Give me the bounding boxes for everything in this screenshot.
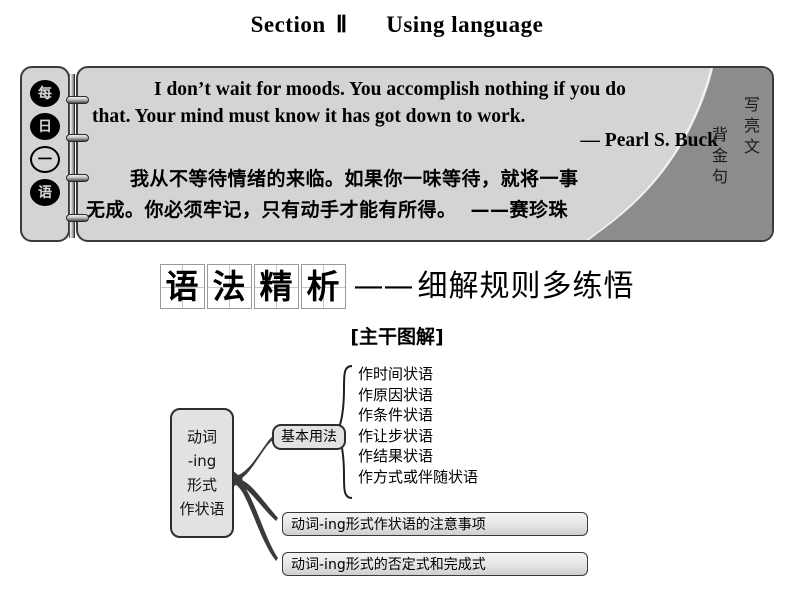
binder-tab-characters: 每 日 一 语 (28, 80, 62, 206)
quote-english-line-2: that. Your mind must know it has got dow… (92, 106, 526, 127)
mindmap-leaf-2[interactable]: 作原因状语 (358, 385, 478, 406)
mindmap-node-bar-negative-perfect[interactable]: 动词-ing形式的否定式和完成式 (282, 552, 588, 576)
daily-quote-panel: 每 日 一 语 I don’t wait for moods. You acco… (20, 64, 774, 246)
binder-ring-icon-4 (66, 214, 89, 222)
grammar-boxed-char-4: 析 (300, 264, 346, 309)
grammar-boxed-char-3-text: 精 (259, 267, 293, 306)
binder-ring-icon-2 (66, 134, 89, 142)
grammar-boxed-char-1-text: 语 (165, 267, 199, 306)
mind-map: 动词 -ing 形式 作状语 基本用法 作时间状语 作原因状语 作条件状语 作让… (0, 352, 794, 596)
quote-english-line-1: I don’t wait for moods. You accomplish n… (154, 79, 626, 100)
mindmap-node-bar-notes[interactable]: 动词-ing形式作状语的注意事项 (282, 512, 588, 536)
mindmap-leaf-3[interactable]: 作条件状语 (358, 405, 478, 426)
quote-chinese-attribution: ——赛珍珠 (470, 199, 569, 221)
mindmap-leaf-5[interactable]: 作结果状语 (358, 446, 478, 467)
grammar-boxed-char-4-text: 析 (306, 267, 340, 306)
grammar-heading-subtitle: 细解规则多练悟 (417, 268, 635, 304)
mindmap-root-line-2: -ing (187, 452, 217, 470)
quote-chinese-line-2-text: 无成。你必须牢记，只有动手才能有所得。 (86, 199, 457, 221)
binder-ring-icon-3 (66, 174, 89, 182)
grammar-heading: 语 法 精 析 —— 细解规则多练悟 (0, 264, 794, 309)
grammar-heading-dash: —— (353, 268, 414, 304)
quote-chinese-line-2: 无成。你必须牢记，只有动手才能有所得。 ——赛珍珠 (86, 195, 716, 226)
mindmap-root-line-4: 作状语 (179, 500, 225, 518)
mindmap-leaf-4[interactable]: 作让步状语 (358, 426, 478, 447)
page-title-section-number: Ⅱ (335, 12, 348, 37)
diagram-section-label: [主干图解] (350, 326, 444, 348)
binder-rings (64, 74, 90, 238)
binder-tab: 每 日 一 语 (20, 66, 70, 242)
mindmap-node-basic-usage[interactable]: 基本用法 (272, 424, 346, 450)
mindmap-root-line-3: 形式 (186, 476, 217, 494)
grammar-heading-boxed-chars: 语 法 精 析 (159, 264, 348, 309)
binder-ring-icon-1 (66, 96, 89, 104)
page-title-section-word: Section (250, 12, 326, 37)
grammar-boxed-char-3: 精 (253, 264, 299, 309)
mindmap-root-line-1: 动词 (186, 428, 217, 446)
branch-connectors (232, 434, 278, 561)
grammar-boxed-char-2: 法 (206, 264, 252, 309)
grammar-boxed-char-1: 语 (159, 264, 205, 309)
quote-body: I don’t wait for moods. You accomplish n… (76, 66, 774, 242)
side-label-memorize-golden-sentence: 背金句 (709, 126, 728, 189)
page-title-text: Using language (386, 12, 544, 37)
mindmap-leaf-list: 作时间状语 作原因状语 作条件状语 作让步状语 作结果状语 作方式或伴随状语 (358, 364, 478, 487)
grammar-boxed-char-2-text: 法 (212, 267, 246, 306)
mindmap-leaf-1[interactable]: 作时间状语 (358, 364, 478, 385)
binder-char-2: 日 (30, 113, 60, 140)
page-title: Section Ⅱ Using language (0, 12, 794, 38)
quote-chinese: 我从不等待情绪的来临。如果你一味等待，就将一事 无成。你必须牢记，只有动手才能有… (86, 164, 716, 226)
binder-char-4: 语 (30, 179, 60, 206)
quote-english: I don’t wait for moods. You accomplish n… (92, 76, 712, 130)
quote-attribution: — Pearl S. Buck (580, 130, 718, 151)
binder-char-3: 一 (30, 146, 60, 173)
binder-char-1: 每 (30, 80, 60, 107)
quote-chinese-line-1: 我从不等待情绪的来临。如果你一味等待，就将一事 (130, 168, 579, 190)
mindmap-root-node[interactable]: 动词 -ing 形式 作状语 (170, 408, 234, 538)
side-label-write-bright-text: 写亮文 (741, 96, 760, 159)
mindmap-leaf-6[interactable]: 作方式或伴随状语 (358, 467, 478, 488)
